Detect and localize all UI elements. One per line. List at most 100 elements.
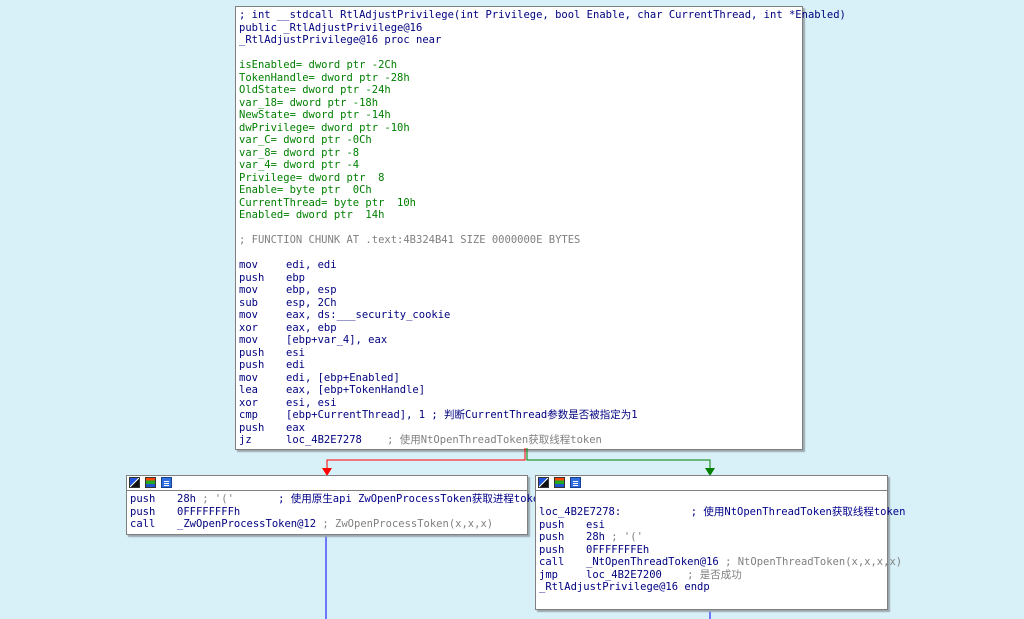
operands: _NtOpenThreadToken@16 — [586, 556, 719, 568]
instruction-line[interactable]: mov eax, ds:___security_cookie — [236, 309, 802, 322]
right-code-block[interactable]: loc_4B2E7278: ; 使用NtOpenThreadToken获取线程t… — [535, 475, 905, 610]
operands: eax, [ebp+TokenHandle] — [286, 384, 426, 396]
var-line[interactable]: var_8= dword ptr -8 — [236, 147, 802, 160]
function-chunk-comment: ; FUNCTION CHUNK AT .text:4B324B41 SIZE … — [239, 234, 581, 246]
mnemonic: jz — [239, 434, 252, 446]
var-line[interactable]: var_18= dword ptr -18h — [236, 97, 802, 110]
mnemonic: push — [130, 505, 156, 518]
text-view-icon[interactable] — [161, 477, 172, 488]
mnemonic: lea — [239, 384, 258, 396]
graph-overview-icon[interactable] — [538, 477, 549, 488]
main-code-block[interactable]: ; int __stdcall RtlAdjustPrivilege(int P… — [235, 6, 846, 450]
instruction-line[interactable]: mov ebp, esp — [236, 284, 802, 297]
var-line[interactable]: OldState= dword ptr -24h — [236, 84, 802, 97]
public-declaration[interactable]: public _RtlAdjustPrivilege@16 — [236, 22, 802, 35]
instruction-line[interactable]: mov [ebp+var_4], eax — [236, 334, 802, 347]
instruction-line[interactable]: push 28h ; '(' — [536, 531, 887, 544]
var-line[interactable]: isEnabled= dword ptr -2Ch — [236, 59, 802, 72]
var-line[interactable]: TokenHandle= dword ptr -28h — [236, 72, 802, 85]
operands: [ebp+var_4], eax — [286, 334, 388, 346]
var-line[interactable]: Enabled= dword ptr 14h — [236, 209, 802, 222]
mnemonic: push — [130, 493, 156, 505]
mnemonic: mov — [239, 334, 258, 346]
label-line[interactable]: loc_4B2E7278: ; 使用NtOpenThreadToken获取线程t… — [536, 506, 905, 519]
instruction-line[interactable]: mov edi, [ebp+Enabled] — [236, 372, 802, 385]
mnemonic: push — [539, 543, 565, 556]
operands: 0FFFFFFFEh — [586, 543, 650, 556]
instruction-line[interactable]: jz loc_4B2E7278 ; 使用NtOpenThreadToken获取线程… — [236, 434, 802, 447]
color-node-icon[interactable] — [554, 477, 565, 488]
comment: ; '(' — [195, 493, 234, 505]
instruction-line[interactable]: push edi — [236, 359, 802, 372]
mnemonic: push — [239, 346, 265, 359]
endp-line[interactable]: _RtlAdjustPrivilege@16 endp — [536, 581, 887, 594]
function-signature-comment: ; int __stdcall RtlAdjustPrivilege(int P… — [239, 9, 846, 21]
operands: ebp — [286, 271, 305, 284]
operands: 0FFFFFFFFh — [177, 505, 241, 518]
operands: 28h — [586, 531, 605, 543]
graph-overview-icon[interactable] — [129, 477, 140, 488]
instruction-line[interactable]: call _ZwOpenProcessToken@12 ; ZwOpenProce… — [127, 518, 527, 531]
mnemonic: call — [539, 556, 565, 568]
true-branch-edge — [526, 448, 711, 474]
instruction-line[interactable]: push 28h ; '(' ; 使用原生api ZwOpenProcessTok… — [127, 493, 545, 506]
node-toolbar — [127, 476, 527, 491]
instruction-line[interactable]: mov edi, edi — [236, 259, 802, 272]
var-line[interactable]: var_C= dword ptr -0Ch — [236, 134, 802, 147]
instruction-line[interactable]: push eax — [236, 422, 802, 435]
operands: [ebp+CurrentThread], 1 ; 判断CurrentThread… — [286, 409, 638, 421]
comment: ; ZwOpenProcessToken(x,x,x) — [316, 518, 494, 530]
mnemonic: xor — [239, 321, 258, 334]
color-node-icon[interactable] — [145, 477, 156, 488]
node-toolbar — [536, 476, 887, 491]
instruction-line[interactable]: xor eax, ebp — [236, 322, 802, 335]
var-line[interactable]: Privilege= dword ptr 8 — [236, 172, 802, 185]
comment: ; NtOpenThreadToken(x,x,x,x) — [718, 556, 903, 568]
location-label: loc_4B2E7278: — [539, 506, 622, 518]
instruction-line[interactable]: push 0FFFFFFFEh — [536, 544, 887, 557]
operands: esi, esi — [286, 396, 337, 409]
var-line[interactable]: dwPrivilege= dword ptr -10h — [236, 122, 802, 135]
mnemonic: xor — [239, 396, 258, 409]
instruction-line[interactable]: xor esi, esi — [236, 397, 802, 410]
mnemonic: jmp — [539, 568, 558, 581]
left-code-block[interactable]: push 28h ; '(' ; 使用原生api ZwOpenProcessTok… — [126, 475, 545, 535]
var-line[interactable]: var_4= dword ptr -4 — [236, 159, 802, 172]
operands: 28h — [177, 493, 196, 505]
var-line[interactable]: CurrentThread= byte ptr 10h — [236, 197, 802, 210]
operands: loc_4B2E7278 — [286, 434, 362, 446]
var-line[interactable]: Enable= byte ptr 0Ch — [236, 184, 802, 197]
proc-declaration[interactable]: _RtlAdjustPrivilege@16 proc near — [236, 34, 802, 47]
operands: esi — [586, 518, 605, 531]
text-view-icon[interactable] — [570, 477, 581, 488]
operands: eax, ebp — [286, 321, 337, 334]
mnemonic: mov — [239, 259, 258, 271]
mnemonic: push — [239, 271, 265, 284]
mnemonic: mov — [239, 371, 258, 384]
instruction-line[interactable]: push esi — [536, 519, 887, 532]
mnemonic: push — [239, 359, 265, 371]
mnemonic: push — [539, 518, 565, 531]
operands: _ZwOpenProcessToken@12 — [177, 518, 317, 530]
instruction-line[interactable]: push 0FFFFFFFFh — [127, 506, 527, 519]
var-line[interactable]: NewState= dword ptr -14h — [236, 109, 802, 122]
operands: loc_4B2E7200 — [586, 568, 662, 581]
instruction-line[interactable]: call _NtOpenThreadToken@16 ; NtOpenThread… — [536, 556, 902, 569]
instruction-line[interactable]: push esi — [236, 347, 802, 360]
comment: ; 使用NtOpenThreadToken获取线程token — [361, 434, 602, 446]
operands: esi — [286, 346, 305, 359]
instruction-line[interactable]: push ebp — [236, 272, 802, 285]
operands: edi, edi — [286, 259, 337, 271]
instruction-line[interactable]: sub esp, 2Ch — [236, 297, 802, 310]
instruction-line[interactable]: lea eax, [ebp+TokenHandle] — [236, 384, 802, 397]
operands: eax — [286, 421, 305, 434]
instruction-line[interactable]: cmp [ebp+CurrentThread], 1 ; 判断CurrentThr… — [236, 409, 802, 422]
mnemonic: push — [239, 421, 265, 434]
comment: ; 使用NtOpenThreadToken获取线程token — [621, 506, 906, 518]
mnemonic: push — [539, 531, 565, 543]
mnemonic: cmp — [239, 409, 258, 421]
instruction-line[interactable]: jmp loc_4B2E7200 ; 是否成功 — [536, 569, 887, 582]
false-branch-edge — [326, 448, 526, 474]
mnemonic: mov — [239, 284, 258, 296]
comment: ; '(' — [604, 531, 643, 543]
